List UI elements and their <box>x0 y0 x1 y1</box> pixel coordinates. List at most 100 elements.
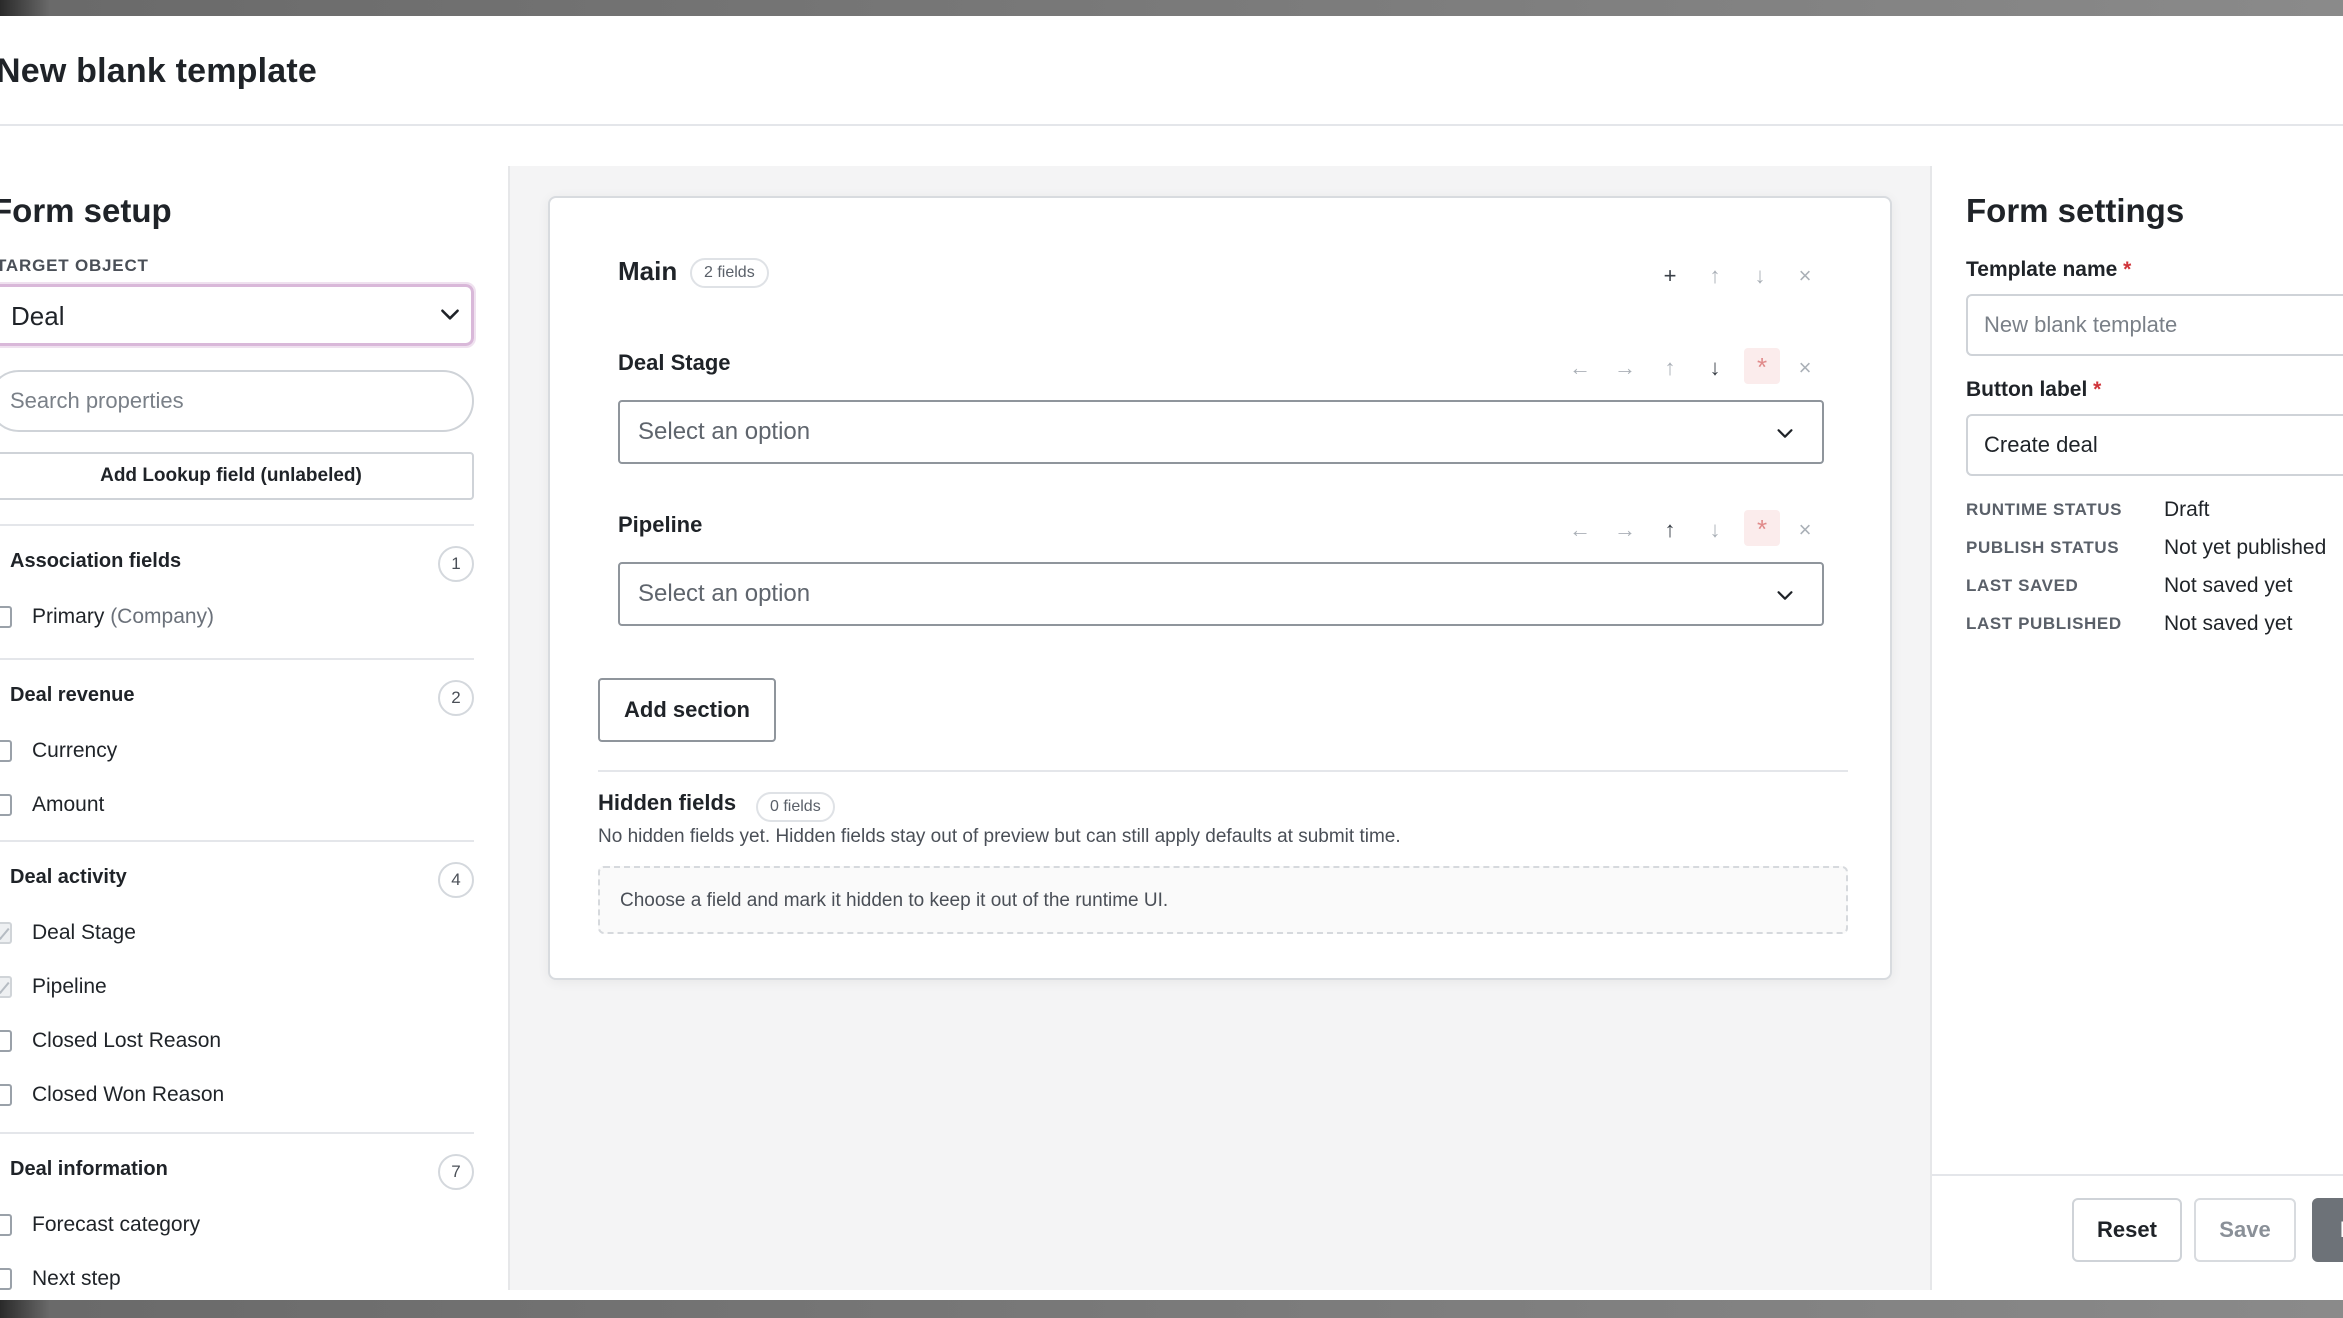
label-text: Button label <box>1966 378 2088 401</box>
button-label-input[interactable] <box>1966 414 2343 476</box>
window-bottom-bar <box>0 1300 2343 1318</box>
checkbox[interactable] <box>0 1030 12 1052</box>
group-deal-information: Deal information 7 Forecast category Nex… <box>0 1132 474 1290</box>
template-name-input[interactable] <box>1966 294 2343 356</box>
close-icon[interactable]: × <box>1789 514 1821 546</box>
move-up-icon[interactable]: ↑ <box>1699 260 1731 292</box>
deal-stage-select[interactable]: Select an option <box>618 400 1824 464</box>
move-up-icon[interactable]: ↑ <box>1654 352 1686 384</box>
section-title: Main <box>618 256 678 286</box>
target-object-select[interactable]: Deal <box>0 282 476 348</box>
chevron-down-icon <box>1777 591 1793 600</box>
form-canvas: Main 2 fields + ↑ ↓ × Deal Stage ← → ↑ ↓… <box>508 166 1932 1290</box>
item-suffix: (Company) <box>110 605 215 628</box>
window-top-bar <box>0 0 2343 16</box>
item-label: Forecast category <box>32 1213 201 1236</box>
move-down-icon[interactable]: ↓ <box>1699 352 1731 384</box>
required-mark: * <box>2123 258 2132 281</box>
button-label-label: Button label * <box>1966 378 2101 402</box>
last-published-key: LAST PUBLISHED <box>1966 614 2122 633</box>
group-count-badge: 2 <box>438 680 474 716</box>
form-setup-title: Form setup <box>0 192 172 229</box>
field-count-badge: 2 fields <box>690 258 769 288</box>
required-mark: * <box>2093 378 2102 401</box>
form-setup-panel: Form setup TARGET OBJECT Deal Add Lookup… <box>0 166 508 1290</box>
item-label: Closed Lost Reason <box>32 1029 222 1052</box>
move-down-icon[interactable]: ↓ <box>1744 260 1776 292</box>
item-label: Amount <box>32 793 105 816</box>
last-saved-value: Not saved yet <box>2164 574 2293 597</box>
checkbox-checked[interactable] <box>0 922 12 944</box>
chevron-down-icon <box>1777 429 1793 438</box>
item-label: Deal Stage <box>32 921 136 944</box>
search-properties-input[interactable] <box>0 370 474 432</box>
group-deal-activity: Deal activity 4 Deal Stage Pipeline Clos… <box>0 840 474 1132</box>
template-name-label: Template name * <box>1966 258 2131 282</box>
checkbox[interactable] <box>0 1084 12 1106</box>
item-label: Primary <box>32 605 105 628</box>
field-label-pipeline: Pipeline <box>618 512 703 537</box>
publish-status-value: Not yet published <box>2164 536 2327 559</box>
empty-state-hint: Choose a field and mark it hidden to kee… <box>620 890 1169 911</box>
reset-button[interactable]: Reset <box>2072 1198 2182 1262</box>
checkbox[interactable] <box>0 794 12 816</box>
checkbox[interactable] <box>0 1214 12 1236</box>
hidden-fields-title: Hidden fields <box>598 790 737 815</box>
item-label: Next step <box>32 1267 121 1290</box>
field-label-deal-stage: Deal Stage <box>618 350 731 375</box>
label-text: Template name <box>1966 258 2118 281</box>
save-button[interactable]: Save <box>2194 1198 2296 1262</box>
group-association-fields: Association fields 1 Primary (Company) <box>0 524 474 658</box>
group-title: Deal information <box>10 1158 168 1180</box>
arrow-right-icon[interactable]: → <box>1609 514 1641 546</box>
select-placeholder: Select an option <box>638 418 811 445</box>
publish-status-key: PUBLISH STATUS <box>1966 538 2120 557</box>
hidden-fields-description: No hidden fields yet. Hidden fields stay… <box>598 826 1401 847</box>
page-title: New blank template <box>0 52 318 90</box>
form-settings-title: Form settings <box>1966 192 2185 229</box>
last-saved-key: LAST SAVED <box>1966 576 2079 595</box>
item-label: Pipeline <box>32 975 107 998</box>
runtime-status-key: RUNTIME STATUS <box>1966 500 2123 519</box>
required-toggle-icon[interactable]: * <box>1744 510 1780 546</box>
publish-button[interactable]: P <box>2312 1198 2343 1262</box>
target-object-value: Deal <box>11 301 65 331</box>
target-object-label: TARGET OBJECT <box>0 256 149 275</box>
checkbox-checked[interactable] <box>0 976 12 998</box>
add-section-button[interactable]: Add section <box>598 678 776 742</box>
group-count-badge: 7 <box>438 1154 474 1190</box>
form-preview-card: Main 2 fields + ↑ ↓ × Deal Stage ← → ↑ ↓… <box>548 196 1892 980</box>
item-label: Currency <box>32 739 118 762</box>
move-down-icon[interactable]: ↓ <box>1699 514 1731 546</box>
runtime-status-value: Draft <box>2164 498 2210 521</box>
checkbox[interactable] <box>0 740 12 762</box>
group-deal-revenue: Deal revenue 2 Currency Amount <box>0 658 474 840</box>
checkbox[interactable] <box>0 606 12 628</box>
add-lookup-field-button[interactable]: Add Lookup field (unlabeled) <box>0 452 474 500</box>
page-header: New blank template <box>0 16 2343 126</box>
select-placeholder: Select an option <box>638 580 811 607</box>
pipeline-select[interactable]: Select an option <box>618 562 1824 626</box>
settings-footer: Reset Save P <box>1932 1174 2343 1290</box>
required-toggle-icon[interactable]: * <box>1744 348 1780 384</box>
group-title: Deal revenue <box>10 684 135 706</box>
arrow-left-icon[interactable]: ← <box>1564 352 1596 384</box>
last-published-value: Not saved yet <box>2164 612 2293 635</box>
close-icon[interactable]: × <box>1789 352 1821 384</box>
hidden-fields-empty-state: Choose a field and mark it hidden to kee… <box>598 866 1848 934</box>
chevron-down-icon <box>441 309 459 320</box>
checkbox[interactable] <box>0 1268 12 1290</box>
divider <box>598 770 1848 772</box>
move-up-icon[interactable]: ↑ <box>1654 514 1686 546</box>
form-settings-panel: Form settings Template name * Button lab… <box>1932 166 2343 1290</box>
group-title: Deal activity <box>10 866 127 888</box>
item-label: Closed Won Reason <box>32 1083 225 1106</box>
close-icon[interactable]: × <box>1789 260 1821 292</box>
add-icon[interactable]: + <box>1654 260 1686 292</box>
group-count-badge: 1 <box>438 546 474 582</box>
arrow-left-icon[interactable]: ← <box>1564 514 1596 546</box>
hidden-count-badge: 0 fields <box>756 792 835 822</box>
group-title: Association fields <box>10 550 182 572</box>
arrow-right-icon[interactable]: → <box>1609 352 1641 384</box>
group-count-badge: 4 <box>438 862 474 898</box>
